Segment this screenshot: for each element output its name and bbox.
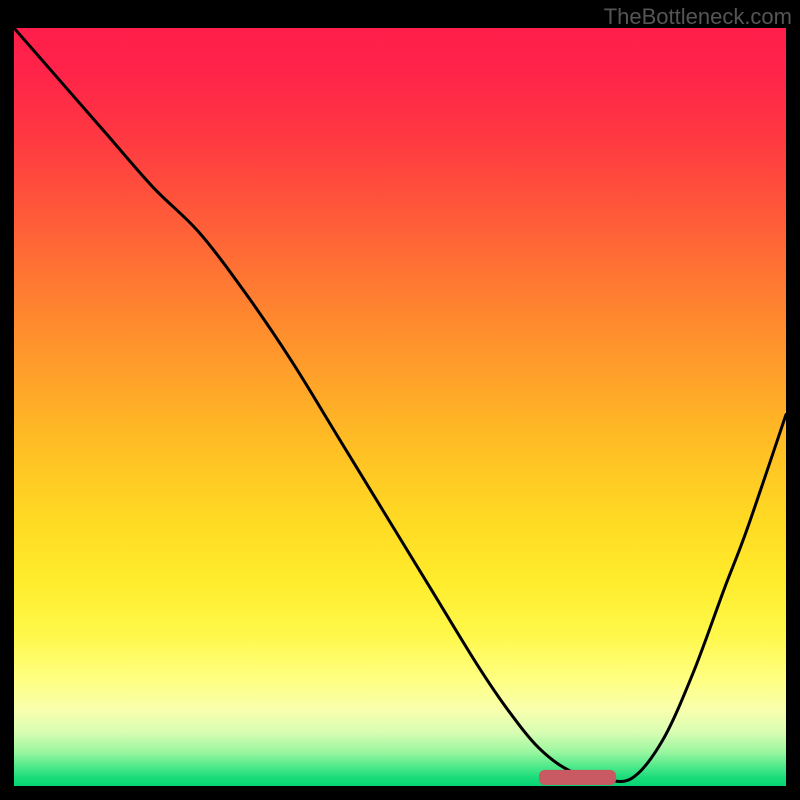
plot-svg bbox=[14, 28, 786, 786]
baseline-marker bbox=[539, 770, 616, 785]
gradient-background bbox=[14, 28, 786, 786]
plot-area bbox=[14, 28, 786, 786]
chart-container: TheBottleneck.com bbox=[0, 0, 800, 800]
watermark-text: TheBottleneck.com bbox=[604, 4, 792, 30]
